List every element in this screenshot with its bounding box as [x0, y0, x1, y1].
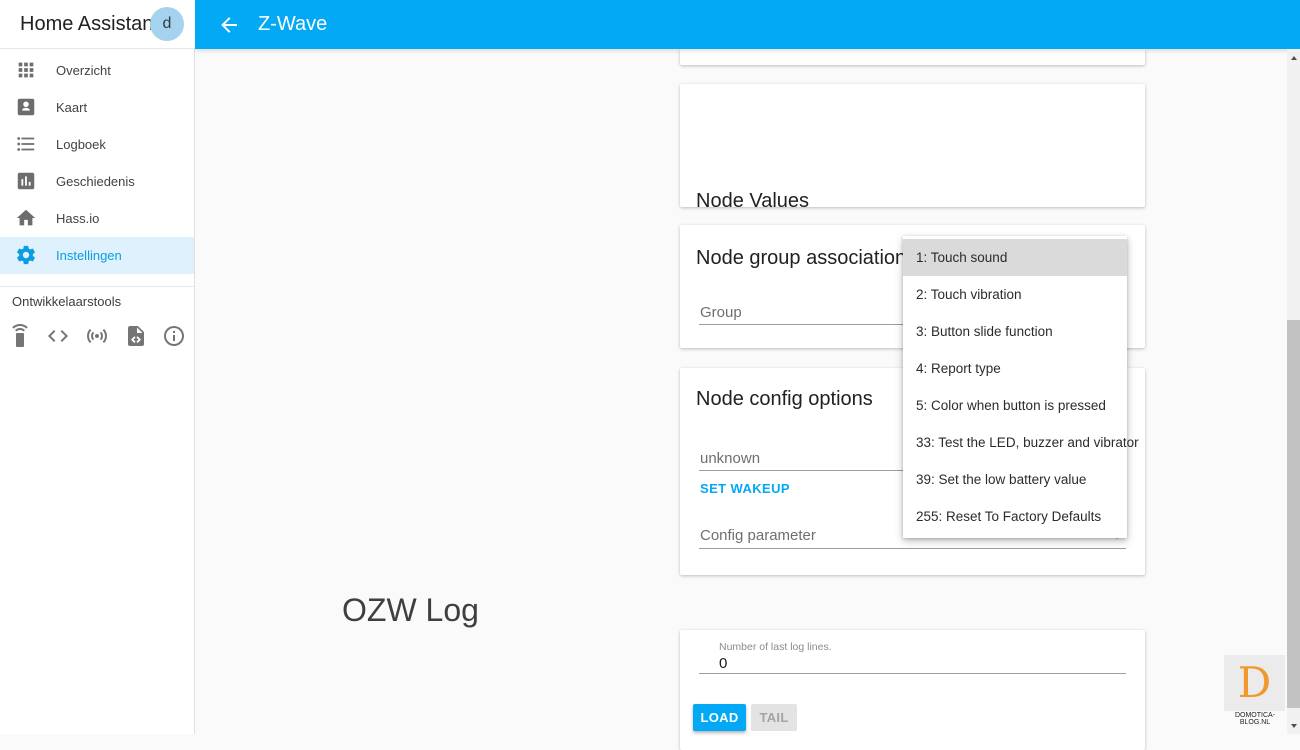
scrollbar-thumb[interactable] [1287, 320, 1300, 708]
sidebar-item-label: Kaart [56, 100, 88, 115]
sidebar-item-label: Geschiedenis [56, 174, 135, 189]
bar-chart-icon [15, 170, 37, 192]
sidebar-item-overzicht[interactable]: Overzicht [0, 52, 194, 89]
app-toolbar: Z-Wave [195, 0, 1300, 49]
list-icon [15, 133, 37, 155]
log-lines-input[interactable]: Number of last log lines. 0 [699, 630, 1126, 674]
watermark-letter: D [1237, 658, 1272, 707]
select-label: Config parameter [700, 527, 816, 544]
menu-item[interactable]: 1: Touch sound [903, 239, 1127, 276]
ozw-log-heading: OZW Log [342, 592, 479, 628]
menu-item[interactable]: 4: Report type [903, 350, 1127, 387]
sidebar-header: Home Assistant d [0, 0, 195, 49]
sidebar-item-label: Instellingen [56, 248, 122, 263]
input-value: 0 [719, 655, 728, 672]
app-title: Home Assistant [20, 12, 159, 35]
select-label: Group [700, 304, 742, 321]
config-parameter-dropdown-menu: 1: Touch sound 2: Touch vibration 3: But… [903, 236, 1139, 538]
node-values-card: Node Values Value [680, 84, 1145, 266]
scrollbar [1287, 49, 1300, 734]
gear-icon [15, 244, 37, 266]
apps-icon [15, 59, 37, 81]
menu-item[interactable]: 255: Reset To Factory Defaults [903, 498, 1127, 535]
watermark-logo: D [1224, 655, 1285, 711]
menu-item[interactable]: 39: Set the low battery value [903, 461, 1127, 498]
partial-card [680, 49, 1145, 65]
card-title: Node group associations [696, 247, 917, 269]
file-code-icon[interactable] [124, 324, 148, 348]
access-point-icon[interactable] [85, 324, 109, 348]
account-box-icon [15, 96, 37, 118]
sidebar-item-geschiedenis[interactable]: Geschiedenis [0, 163, 194, 200]
wakeup-value: unknown [700, 450, 761, 467]
menu-item[interactable]: 5: Color when button is pressed [903, 387, 1127, 424]
sidebar-item-hassio[interactable]: Hass.io [0, 200, 194, 237]
sidebar-item-label: Hass.io [56, 211, 100, 226]
sidebar-item-label: Overzicht [56, 63, 111, 78]
sidebar-item-instellingen[interactable]: Instellingen [0, 237, 194, 274]
info-icon[interactable] [162, 324, 186, 348]
home-icon [15, 207, 37, 229]
back-arrow-icon[interactable] [217, 13, 241, 37]
sidebar: Overzicht Kaart Logboek Geschiedenis Has… [0, 49, 195, 734]
scroll-up-arrow-icon[interactable] [1287, 51, 1300, 64]
sidebar-item-label: Logboek [56, 137, 106, 152]
menu-item[interactable]: 2: Touch vibration [903, 276, 1127, 313]
set-wakeup-button[interactable]: SET WAKEUP [700, 481, 790, 496]
devtools-section-label: Ontwikkelaarstools [12, 294, 122, 309]
tail-button[interactable]: TAIL [751, 704, 797, 731]
card-title: Node config options [696, 388, 873, 410]
ozw-log-card: Number of last log lines. 0 LOAD TAIL [680, 630, 1145, 750]
remote-icon[interactable] [8, 324, 32, 348]
scroll-down-arrow-icon[interactable] [1287, 719, 1300, 732]
watermark-text: DOMOTICA-BLOG.NL [1234, 712, 1276, 726]
sidebar-item-logboek[interactable]: Logboek [0, 126, 194, 163]
card-title: Node Values [696, 190, 810, 212]
sidebar-item-kaart[interactable]: Kaart [0, 89, 194, 126]
divider [0, 286, 194, 287]
menu-item[interactable]: 33: Test the LED, buzzer and vibrator [903, 424, 1139, 461]
load-button[interactable]: LOAD [693, 704, 746, 731]
page-title: Z-Wave [258, 13, 328, 35]
menu-item[interactable]: 3: Button slide function [903, 313, 1127, 350]
avatar[interactable]: d [150, 7, 184, 41]
code-tags-icon[interactable] [46, 324, 70, 348]
input-label: Number of last log lines. [719, 641, 832, 653]
